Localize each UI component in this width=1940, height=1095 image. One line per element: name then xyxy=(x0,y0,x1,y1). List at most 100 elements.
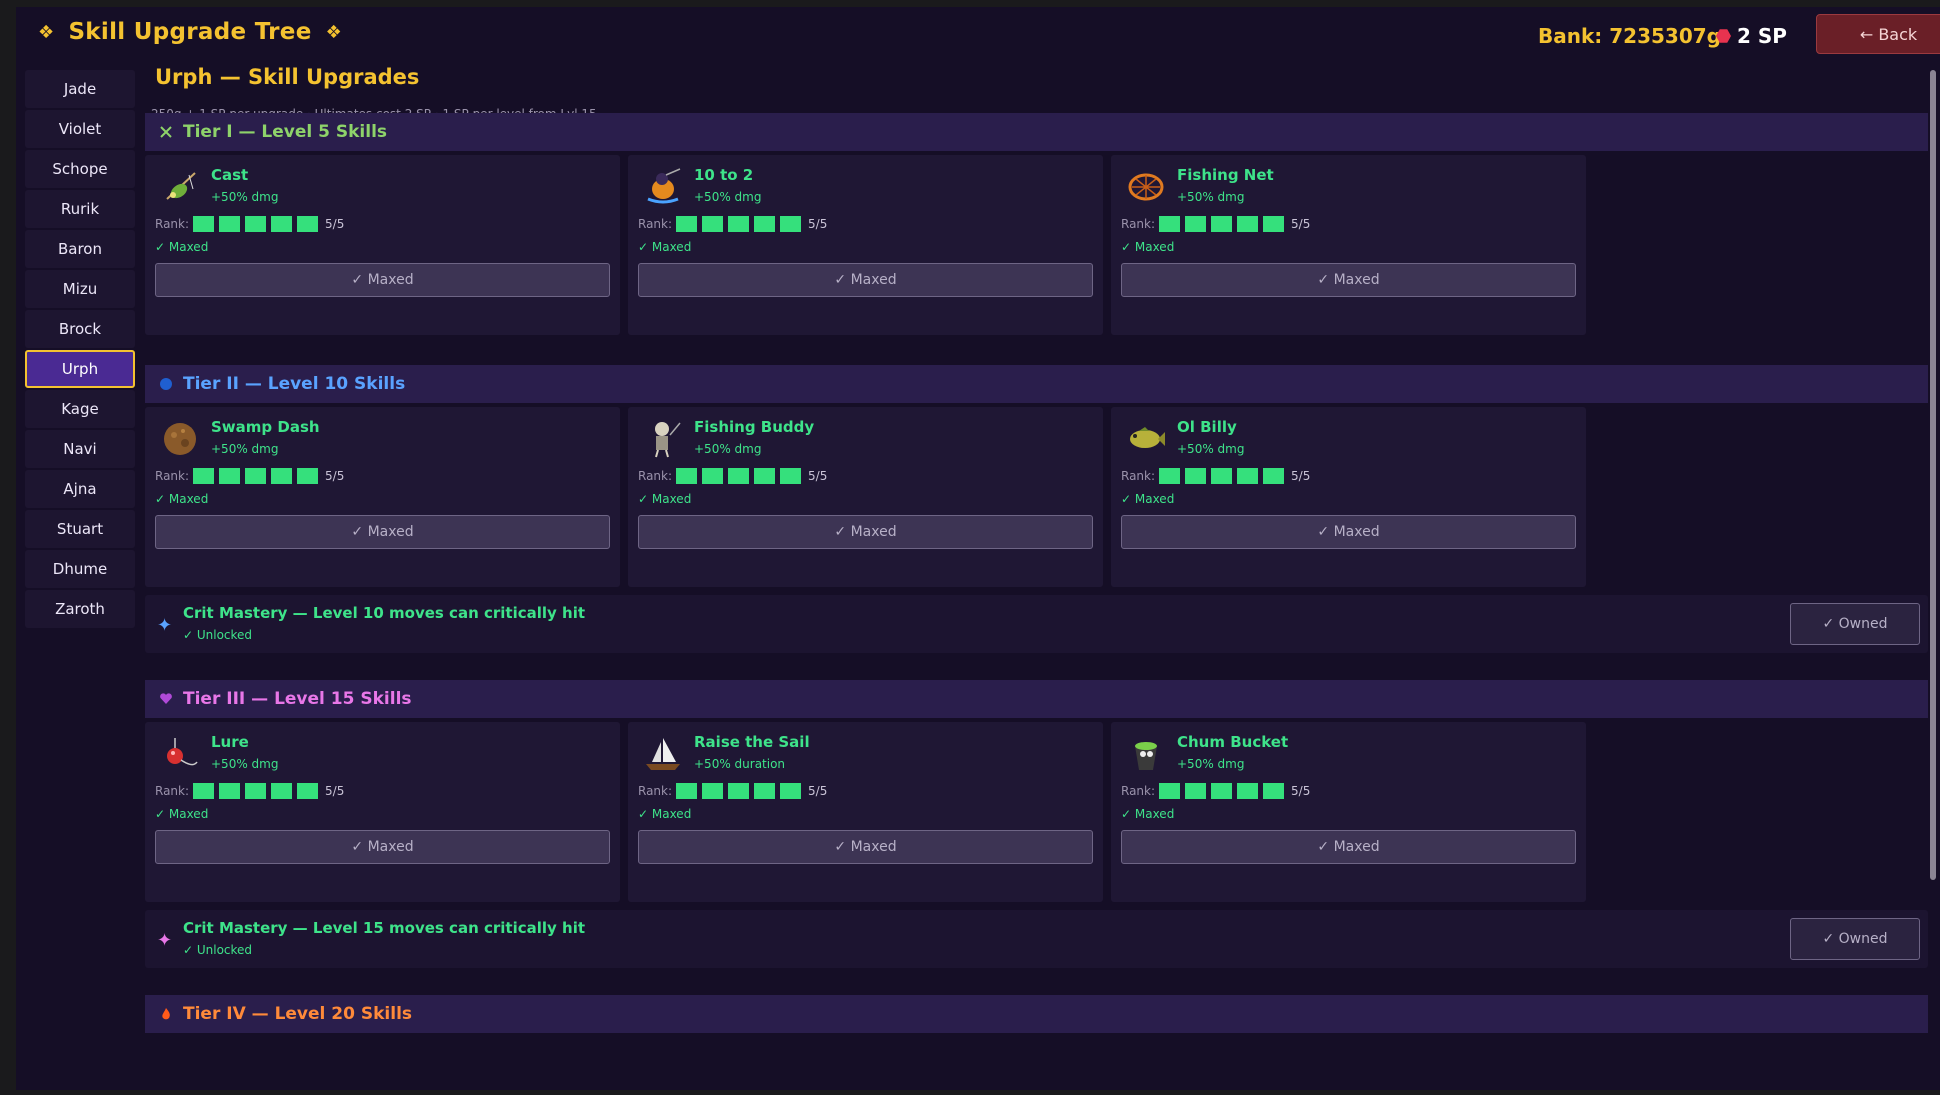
main-panel: Urph — Skill Upgrades 250g + 1 SP per up… xyxy=(145,63,1928,1090)
rank-count: 5/5 xyxy=(1291,784,1311,798)
skill-card: Fishing Net +50% dmg Rank: 5/5 ✓ Maxed ✓ Maxe… xyxy=(1111,155,1586,335)
rank-pip xyxy=(702,216,724,232)
purple-heart-icon xyxy=(159,692,173,706)
crit-mastery-row: ✦ Crit Mastery — Level 15 moves can criti… xyxy=(145,910,1928,968)
rank-pip xyxy=(1237,468,1259,484)
rank-count: 5/5 xyxy=(1291,217,1311,231)
rank-pip xyxy=(1237,783,1259,799)
rank-row: Rank: 5/5 xyxy=(638,468,827,484)
rank-label: Rank: xyxy=(155,469,190,483)
skill-name: Cast xyxy=(211,166,249,184)
diamond-icon: ❖ xyxy=(325,21,343,43)
rank-pip xyxy=(676,468,698,484)
flame-icon xyxy=(159,1007,173,1021)
rank-pip xyxy=(780,468,802,484)
sidebar-item-dhume[interactable]: Dhume xyxy=(25,550,135,588)
upgrade-button[interactable]: ✓ Maxed xyxy=(638,515,1093,549)
skill-points: 2 SP xyxy=(1716,24,1787,48)
character-sidebar: Jade Violet Schope Rurik Baron Mizu Brock Urph K… xyxy=(25,70,135,630)
rank-pip xyxy=(271,468,293,484)
upgrade-button[interactable]: ✓ Maxed xyxy=(1121,515,1576,549)
upgrade-button[interactable]: ✓ Maxed xyxy=(1121,263,1576,297)
sparkle-icon: ✦ xyxy=(157,930,173,951)
rank-pip xyxy=(702,783,724,799)
rank-label: Rank: xyxy=(155,217,190,231)
skill-name: Chum Bucket xyxy=(1177,733,1289,751)
skill-name: Fishing Buddy xyxy=(694,418,815,436)
rank-row: Rank: 5/5 xyxy=(155,783,344,799)
rank-pip xyxy=(780,216,802,232)
skill-card: Chum Bucket +50% dmg Rank: 5/5 ✓ Maxed ✓ Maxe… xyxy=(1111,722,1586,902)
rank-pip xyxy=(676,783,698,799)
rank-pip xyxy=(1263,216,1285,232)
sp-count: 2 SP xyxy=(1737,24,1787,48)
sidebar-item-zaroth[interactable]: Zaroth xyxy=(25,590,135,628)
upgrade-button[interactable]: ✓ Maxed xyxy=(638,263,1093,297)
upgrade-button[interactable]: ✓ Maxed xyxy=(155,830,610,864)
skill-name: Fishing Net xyxy=(1177,166,1274,184)
maxed-status: ✓ Maxed xyxy=(155,240,209,254)
rank-pip xyxy=(1237,216,1259,232)
sidebar-item-ajna[interactable]: Ajna xyxy=(25,470,135,508)
owned-button[interactable]: ✓ Owned xyxy=(1790,603,1920,645)
sidebar-item-kage[interactable]: Kage xyxy=(25,390,135,428)
rank-pip xyxy=(780,783,802,799)
rank-pip xyxy=(1263,783,1285,799)
lure-icon xyxy=(159,732,201,774)
skill-effect: +50% dmg xyxy=(694,442,762,456)
net-icon xyxy=(1125,165,1167,207)
sailboat-icon xyxy=(642,732,684,774)
rank-label: Rank: xyxy=(638,784,673,798)
page-header-title: ❖ Skill Upgrade Tree ❖ xyxy=(38,19,342,45)
rank-pip xyxy=(245,216,267,232)
rank-pip xyxy=(1185,216,1207,232)
skill-name: Swamp Dash xyxy=(211,418,320,436)
owned-button[interactable]: ✓ Owned xyxy=(1790,918,1920,960)
skill-card: Swamp Dash +50% dmg Rank: 5/5 ✓ Maxed ✓ Maxed xyxy=(145,407,620,587)
sidebar-item-violet[interactable]: Violet xyxy=(25,110,135,148)
tier-label: Tier I — Level 5 Skills xyxy=(183,122,388,142)
rank-label: Rank: xyxy=(1121,784,1156,798)
tier-label: Tier II — Level 10 Skills xyxy=(183,374,406,394)
sidebar-item-navi[interactable]: Navi xyxy=(25,430,135,468)
scrollbar[interactable] xyxy=(1930,70,1936,880)
sidebar-item-jade[interactable]: Jade xyxy=(25,70,135,108)
skill-effect: +50% dmg xyxy=(1177,442,1245,456)
upgrade-button[interactable]: ✓ Maxed xyxy=(638,830,1093,864)
rank-pip xyxy=(297,216,319,232)
rank-pip xyxy=(271,783,293,799)
rank-pip xyxy=(1263,468,1285,484)
skill-name: Lure xyxy=(211,733,249,751)
sidebar-item-rurik[interactable]: Rurik xyxy=(25,190,135,228)
rank-pip xyxy=(728,468,750,484)
upgrade-button[interactable]: ✓ Maxed xyxy=(155,515,610,549)
back-button[interactable]: ← Back xyxy=(1816,14,1940,54)
fisherman-icon xyxy=(642,165,684,207)
rank-row: Rank: 5/5 xyxy=(1121,783,1310,799)
crit-status: ✓ Unlocked xyxy=(183,943,253,957)
sidebar-item-baron[interactable]: Baron xyxy=(25,230,135,268)
skill-effect: +50% duration xyxy=(694,757,786,771)
rank-pip xyxy=(297,468,319,484)
maxed-status: ✓ Maxed xyxy=(638,492,692,506)
skill-card: Lure +50% dmg Rank: 5/5 ✓ Maxed ✓ Maxed xyxy=(145,722,620,902)
upgrade-button[interactable]: ✓ Maxed xyxy=(1121,830,1576,864)
crit-status: ✓ Unlocked xyxy=(183,628,253,642)
skill-effect: +50% dmg xyxy=(694,190,762,204)
rank-pip xyxy=(193,783,215,799)
sidebar-item-schope[interactable]: Schope xyxy=(25,150,135,188)
sidebar-item-mizu[interactable]: Mizu xyxy=(25,270,135,308)
sidebar-item-urph[interactable]: Urph xyxy=(25,350,135,388)
rank-pip xyxy=(193,216,215,232)
maxed-status: ✓ Maxed xyxy=(1121,492,1175,506)
maxed-status: ✓ Maxed xyxy=(155,807,209,821)
rank-pip xyxy=(754,468,776,484)
maxed-status: ✓ Maxed xyxy=(638,240,692,254)
skill-name: Raise the Sail xyxy=(694,733,810,751)
sidebar-item-brock[interactable]: Brock xyxy=(25,310,135,348)
sidebar-item-stuart[interactable]: Stuart xyxy=(25,510,135,548)
app-window: ❖ Skill Upgrade Tree ❖ Bank: 7235307g 2 … xyxy=(16,7,1940,1090)
upgrade-button[interactable]: ✓ Maxed xyxy=(155,263,610,297)
rank-row: Rank: 5/5 xyxy=(638,783,827,799)
rank-row: Rank: 5/5 xyxy=(1121,468,1310,484)
